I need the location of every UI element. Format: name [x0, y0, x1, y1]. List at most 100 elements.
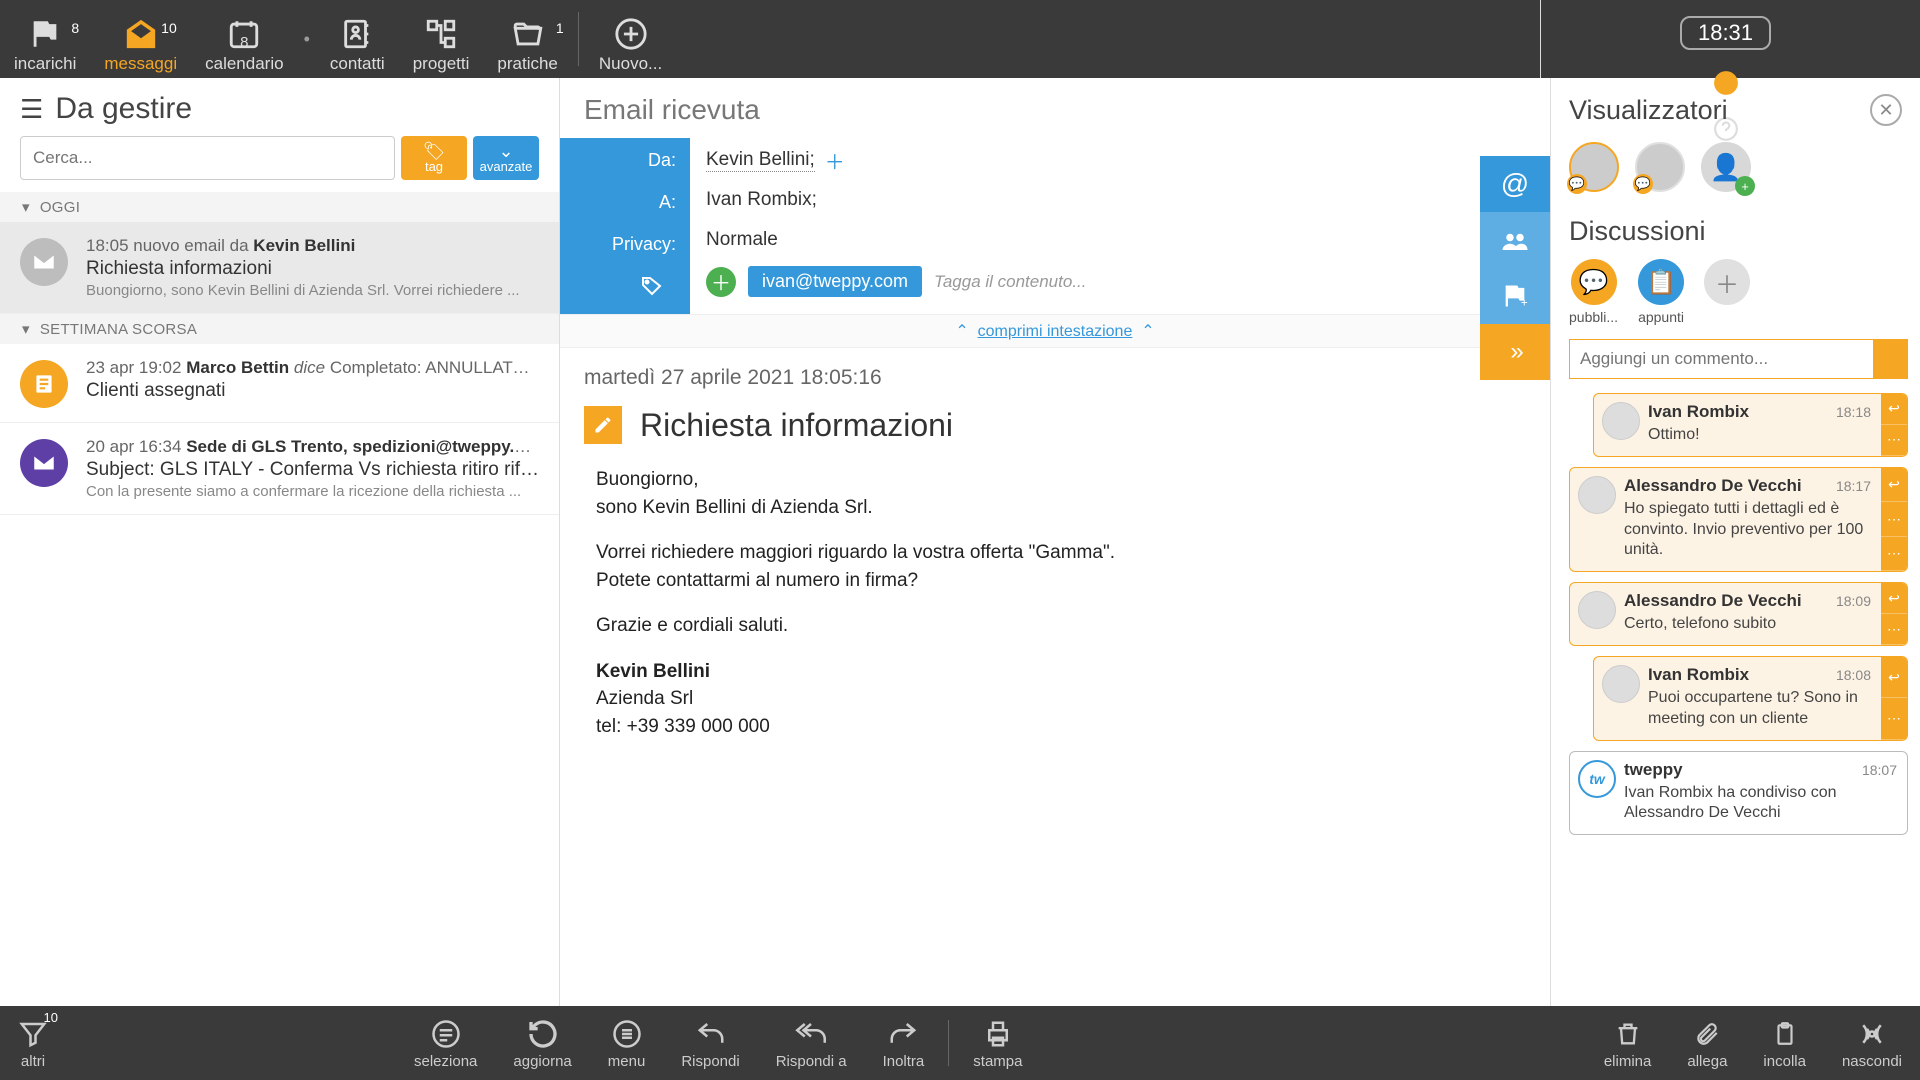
edit-subject-button[interactable]	[584, 406, 622, 444]
email-view: Email ricevuta Da: A: Privacy: Kevin Bel…	[560, 78, 1550, 1006]
chevron-up-icon: ⌃	[955, 323, 968, 340]
menu-button[interactable]: menu	[590, 1006, 664, 1080]
avatar	[1578, 591, 1616, 629]
nav-progetti[interactable]: progetti	[399, 0, 484, 78]
reply-button[interactable]: Rispondi	[663, 1006, 757, 1080]
to-label: A:	[659, 188, 676, 216]
tag-placeholder[interactable]: Tagga il contenuto...	[934, 272, 1087, 292]
chat-icon: 💬	[1567, 174, 1587, 194]
email-metadata: Da: A: Privacy: Kevin Bellini; ＋ Ivan Ro…	[560, 138, 1550, 314]
tab-public[interactable]: 💬pubbli...	[1569, 259, 1618, 325]
message-list-panel: ☰ Da gestire 🏷 tag ⌄ avanzate ▾ OGGI 18:…	[0, 78, 560, 1006]
refresh-button[interactable]: aggiorna	[495, 1006, 589, 1080]
more-icon[interactable]: ⋯	[1881, 425, 1907, 456]
chevron-up-icon: ⌃	[1141, 323, 1154, 340]
folder-open-icon: 1	[508, 14, 548, 54]
add-viewer-button[interactable]: 👤+	[1701, 142, 1751, 192]
email-kind: Email ricevuta	[560, 78, 1550, 138]
clipboard-icon: 📋	[1638, 259, 1684, 305]
nav-calendario[interactable]: 8 calendario	[191, 0, 297, 78]
more-icon[interactable]: ⋯	[1881, 698, 1907, 739]
reply-all-button[interactable]: Rispondi a	[758, 1006, 865, 1080]
flag-plus-icon[interactable]: +	[1480, 268, 1550, 324]
viewer-avatar[interactable]: 💬	[1569, 142, 1619, 192]
submit-comment-button[interactable]	[1874, 339, 1908, 379]
paste-button[interactable]: incolla	[1745, 1006, 1824, 1080]
more-icon[interactable]: ⋯	[1881, 537, 1907, 571]
comment-item[interactable]: Alessandro De Vecchi18:09 Certo, telefon…	[1569, 582, 1908, 646]
contacts-icon	[339, 14, 375, 54]
advanced-filter-button[interactable]: ⌄ avanzate	[473, 136, 539, 180]
broadcast-icon	[1857, 1017, 1887, 1051]
from-value[interactable]: Kevin Bellini;	[706, 149, 815, 172]
attach-button[interactable]: allega	[1669, 1006, 1745, 1080]
nav-label: contatti	[330, 54, 385, 74]
add-tag-button[interactable]: ＋	[706, 267, 736, 297]
reply-icon[interactable]: ↩	[1881, 657, 1907, 698]
close-panel-button[interactable]: ✕	[1870, 94, 1902, 126]
reply-icon	[696, 1017, 726, 1051]
email-tag[interactable]: ivan@tweppy.com	[748, 266, 922, 297]
discussions-title: Discussioni	[1569, 216, 1908, 247]
menu-icon[interactable]: ☰	[20, 94, 43, 125]
reply-icon[interactable]: ↩	[1881, 583, 1907, 614]
nav-nuovo[interactable]: Nuovo...	[585, 0, 676, 78]
nav-pratiche[interactable]: 1 pratiche	[483, 0, 571, 78]
at-icon[interactable]: @	[1480, 156, 1550, 212]
tag-icon: 🏷	[423, 143, 446, 159]
message-preview: Con la presente siamo a confermare la ri…	[86, 483, 539, 500]
nav-incarichi[interactable]: 8 incarichi	[0, 0, 90, 78]
trash-icon	[1614, 1017, 1642, 1051]
add-contact-icon[interactable]: ＋	[825, 146, 845, 175]
tab-notes[interactable]: 📋appunti	[1638, 259, 1684, 325]
nav-label: Nuovo...	[599, 54, 662, 74]
tweppy-logo-icon: tw	[1578, 760, 1616, 798]
message-meta: 18:05 nuovo email da Kevin Bellini	[86, 236, 539, 256]
viewer-avatar[interactable]: 💬	[1635, 142, 1685, 192]
print-button[interactable]: stampa	[955, 1006, 1040, 1080]
bottom-toolbar: altri 10 seleziona aggiorna menu Rispond…	[0, 1006, 1920, 1080]
more-icon[interactable]: ⋯	[1881, 502, 1907, 536]
chat-icon: 💬	[1633, 174, 1653, 194]
select-button[interactable]: seleziona	[396, 1006, 495, 1080]
reply-icon[interactable]: ↩	[1881, 394, 1907, 425]
message-item[interactable]: 23 apr 19:02 Marco Bettin dice Completat…	[0, 344, 559, 423]
expand-arrows-icon[interactable]: »	[1480, 324, 1550, 380]
nav-contatti[interactable]: contatti	[316, 0, 399, 78]
clipboard-icon	[1772, 1017, 1798, 1051]
message-item[interactable]: 18:05 nuovo email da Kevin Bellini Richi…	[0, 222, 559, 314]
tag-filter-button[interactable]: 🏷 tag	[401, 136, 467, 180]
refresh-icon	[527, 1017, 559, 1051]
calendar-icon: 8	[226, 14, 262, 54]
viewers-list: 💬 💬 👤+	[1569, 126, 1908, 216]
plus-circle-icon	[613, 14, 649, 54]
tab-add[interactable]: ＋	[1704, 259, 1750, 325]
comment-item[interactable]: Ivan Rombix18:08 Puoi occupartene tu? So…	[1593, 656, 1908, 741]
mail-icon	[20, 238, 68, 286]
people-icon[interactable]	[1480, 212, 1550, 268]
email-date: martedì 27 aprile 2021 18:05:16	[560, 348, 1550, 396]
nav-label: progetti	[413, 54, 470, 74]
comment-item[interactable]: Ivan Rombix18:18 Ottimo! ↩⋯	[1593, 393, 1908, 457]
separator	[578, 12, 579, 66]
search-input[interactable]	[20, 136, 395, 180]
privacy-label: Privacy:	[612, 230, 676, 258]
hierarchy-icon	[423, 14, 459, 54]
message-item[interactable]: 20 apr 16:34 Sede di GLS Trento, spedizi…	[0, 423, 559, 515]
comment-item[interactable]: Alessandro De Vecchi18:17 Ho spiegato tu…	[1569, 467, 1908, 572]
delete-button[interactable]: elimina	[1586, 1006, 1670, 1080]
forward-button[interactable]: Inoltra	[865, 1006, 943, 1080]
collapse-header-toggle[interactable]: ⌃ comprimi intestazione ⌃	[560, 314, 1550, 348]
comment-input[interactable]	[1569, 339, 1874, 379]
more-icon[interactable]: ⋯	[1881, 614, 1907, 645]
section-today: ▾ OGGI	[0, 192, 559, 222]
tag-icon	[640, 272, 676, 300]
nav-messaggi[interactable]: 10 messaggi	[90, 0, 191, 78]
message-subject: Clienti assegnati	[86, 380, 539, 402]
hide-button[interactable]: nascondi	[1824, 1006, 1920, 1080]
clock: 18:31	[1680, 16, 1771, 50]
menu-circle-icon	[612, 1017, 642, 1051]
plus-icon: +	[1735, 176, 1755, 196]
filter-altri-button[interactable]: altri 10	[0, 1006, 66, 1080]
reply-icon[interactable]: ↩	[1881, 468, 1907, 502]
